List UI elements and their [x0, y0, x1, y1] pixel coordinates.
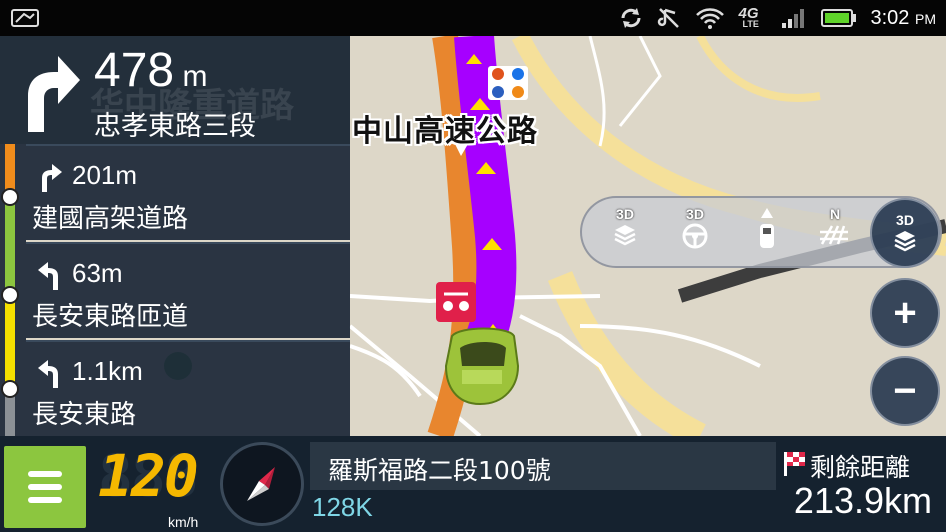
remaining-distance-label: 剩餘距離	[810, 453, 911, 482]
speed-value: 120	[98, 442, 199, 510]
wifi-icon	[695, 8, 724, 29]
route-progress-bar	[0, 144, 26, 436]
zoom-in-button[interactable]: +	[870, 278, 940, 348]
route-sub-info: 128K	[312, 492, 373, 522]
active-view-mode-button[interactable]: 3D	[870, 198, 940, 268]
clock: 3:02 PM	[871, 7, 937, 30]
turn-right-icon	[42, 164, 62, 192]
steering-wheel-icon	[682, 223, 708, 249]
speedometer: 888 120 km/h	[96, 442, 216, 530]
speed-camera-icon	[436, 282, 476, 322]
status-bar: 4G LTE 3:02 PM	[0, 0, 946, 36]
view-mode-car-heading[interactable]	[742, 206, 792, 262]
upcoming-step[interactable]: 201m 建國高架道路	[26, 144, 350, 240]
4g-lte-icon: 4G LTE	[739, 5, 767, 31]
progress-node	[1, 286, 19, 304]
next-turn-distance-unit: m	[182, 60, 208, 93]
turn-instructions-panel: 华中隆重道路 478 m 忠孝東路三段 201m 建國高架道路 63m 長安東路…	[0, 36, 350, 436]
compass-button[interactable]	[220, 442, 304, 526]
menu-button[interactable]	[4, 446, 86, 528]
menu-line	[28, 497, 62, 503]
zoom-in-icon: +	[893, 291, 917, 335]
view-mode-label: N	[829, 206, 841, 222]
step-distance: 201m	[72, 160, 138, 190]
next-turn-road: 忠孝東路三段	[94, 111, 256, 142]
compass-icon	[247, 467, 275, 501]
3d-building-icon	[614, 225, 636, 246]
sync-icon	[621, 8, 640, 28]
active-view-mode-label: 3D	[896, 212, 914, 228]
north-up-grid-icon	[820, 225, 848, 245]
clock-suffix: PM	[915, 10, 936, 27]
remaining-distance-value: 213.9km	[793, 480, 932, 521]
map-road-label: 中山高速公路	[352, 114, 538, 149]
view-mode-label: 3D	[616, 206, 634, 222]
poi-icon	[488, 66, 528, 100]
next-turn-distance: 478 m	[94, 42, 207, 106]
menu-line	[28, 484, 62, 490]
mute-icon	[657, 8, 679, 28]
view-mode-3d-building[interactable]: 3D	[600, 206, 650, 262]
battery-icon	[820, 9, 856, 27]
view-mode-label: 3D	[686, 206, 704, 222]
next-turn-distance-value: 478	[94, 44, 175, 97]
step-road: 長安東路	[32, 400, 137, 430]
turn-left-icon	[38, 262, 58, 290]
next-turn-card[interactable]: 华中隆重道路 478 m 忠孝東路三段	[0, 36, 350, 144]
progress-node	[1, 188, 19, 206]
step-distance: 63m	[72, 258, 123, 288]
upcoming-step[interactable]: 1.1km 長安東路	[26, 340, 350, 436]
current-address-box[interactable]: 羅斯福路二段100號	[310, 442, 776, 490]
zoom-out-button[interactable]: −	[870, 356, 940, 426]
step-distance: 1.1km	[72, 356, 143, 386]
car-heading-icon	[760, 208, 774, 248]
turn-right-icon	[28, 56, 80, 132]
upcoming-step[interactable]: 63m 長安東路匝道	[26, 242, 350, 338]
sim-card-icon	[11, 9, 39, 27]
step-road: 長安東路匝道	[32, 302, 189, 332]
signal-icon	[781, 9, 804, 28]
view-mode-3d-steering[interactable]: 3D	[670, 206, 720, 262]
zoom-out-icon: −	[893, 369, 917, 413]
car-icon	[444, 327, 520, 406]
view-mode-north-up[interactable]: N	[810, 206, 860, 262]
network-sublabel: LTE	[742, 19, 759, 29]
3d-building-icon	[894, 231, 916, 252]
step-road: 建國高架道路	[32, 204, 189, 234]
speed-unit: km/h	[168, 514, 199, 530]
current-address: 羅斯福路二段100號	[328, 456, 551, 485]
checkered-flag-icon	[784, 452, 805, 476]
turn-left-icon	[38, 360, 58, 388]
progress-node	[1, 380, 19, 398]
menu-line	[28, 471, 62, 477]
bottom-bar: 888 120 km/h 羅斯福路二段100號 128K 剩餘距離 213.9k…	[0, 436, 946, 532]
clock-time: 3:02	[870, 6, 910, 29]
